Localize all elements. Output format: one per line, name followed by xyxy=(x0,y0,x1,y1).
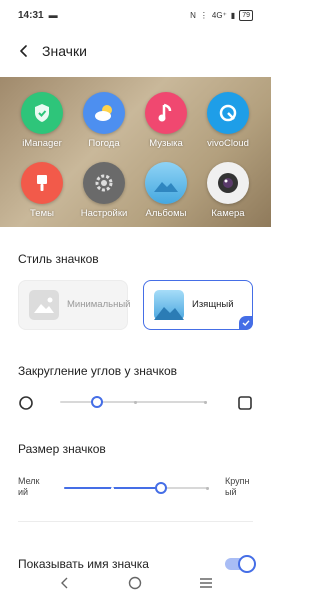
slider-tick xyxy=(204,400,207,404)
wifi-icon: ⋮ xyxy=(199,10,208,20)
status-time: 14:31 xyxy=(18,9,44,21)
header: Значки xyxy=(0,36,271,66)
image-placeholder-icon xyxy=(29,290,59,320)
preview-app-vivocloud: vivoCloud xyxy=(198,92,258,149)
preview-app-music: Музыка xyxy=(136,92,196,149)
app-label: iManager xyxy=(22,138,62,149)
chevron-left-icon xyxy=(20,45,27,57)
camera-icon xyxy=(207,162,249,204)
icon-size-title: Размер значков xyxy=(18,442,106,456)
menu-icon xyxy=(199,578,212,588)
slider-thumb[interactable] xyxy=(155,482,168,494)
brush-icon xyxy=(21,162,63,204)
style-option-label: Изящный xyxy=(192,299,234,310)
style-option-minimal[interactable]: Минимальный xyxy=(18,280,131,330)
slider-tick xyxy=(206,486,209,490)
nfc-icon: N xyxy=(190,10,196,20)
signal-icon: ▮ xyxy=(230,10,236,20)
check-icon xyxy=(239,316,253,330)
app-label: Настройки xyxy=(80,208,128,219)
weather-icon xyxy=(83,92,125,134)
landscape-icon xyxy=(154,290,184,320)
icon-preview: iManager Погода Музыка vivoCloud Темы На… xyxy=(0,77,271,227)
preview-app-weather: Погода xyxy=(74,92,134,149)
preview-app-camera: Камера xyxy=(198,162,258,219)
nav-back-button[interactable] xyxy=(50,568,80,598)
nav-home-button[interactable] xyxy=(120,568,150,598)
slider-tick xyxy=(134,400,137,404)
divider xyxy=(18,521,253,522)
page-title: Значки xyxy=(42,43,87,59)
app-label: Альбомы xyxy=(145,208,187,219)
back-button[interactable] xyxy=(10,37,38,65)
shield-icon xyxy=(21,92,63,134)
cloud-icon xyxy=(207,92,249,134)
circle-home-icon xyxy=(129,576,142,590)
status-icons: N ⋮ 4G⁺ ▮ 79 xyxy=(190,9,253,21)
preview-app-albums: Альбомы xyxy=(136,162,196,219)
landscape-icon xyxy=(145,162,187,204)
icon-style-title: Стиль значков xyxy=(18,252,99,266)
slider-thumb[interactable] xyxy=(90,396,103,408)
network-label: 4G⁺ xyxy=(211,10,227,20)
preview-app-settings: Настройки xyxy=(74,162,134,219)
square-shape-icon xyxy=(238,396,252,410)
corner-rounding-title: Закругление углов у значков xyxy=(18,364,178,378)
music-icon xyxy=(145,92,187,134)
app-label: Музыка xyxy=(149,138,183,149)
message-icon: ▬ xyxy=(48,10,58,20)
app-label: Камера xyxy=(211,208,245,219)
size-small-label: Мелкий xyxy=(18,476,40,497)
preview-app-imanager: iManager xyxy=(12,92,72,149)
size-large-label: Крупный xyxy=(225,476,250,497)
nav-menu-button[interactable] xyxy=(191,568,221,598)
gear-icon xyxy=(83,162,125,204)
app-label: Темы xyxy=(30,208,54,219)
circle-shape-icon xyxy=(19,396,33,410)
style-option-label: Минимальный xyxy=(67,299,131,310)
status-bar: 14:31 ▬ N ⋮ 4G⁺ ▮ 79 xyxy=(0,0,271,30)
battery-icon: 79 xyxy=(239,9,253,21)
app-label: Погода xyxy=(88,138,120,149)
navigation-bar xyxy=(0,566,271,600)
preview-app-themes: Темы xyxy=(12,162,72,219)
slider-tick xyxy=(111,486,114,490)
style-option-elegant[interactable]: Изящный xyxy=(143,280,253,330)
app-label: vivoCloud xyxy=(207,138,249,149)
chevron-left-icon xyxy=(61,577,68,589)
